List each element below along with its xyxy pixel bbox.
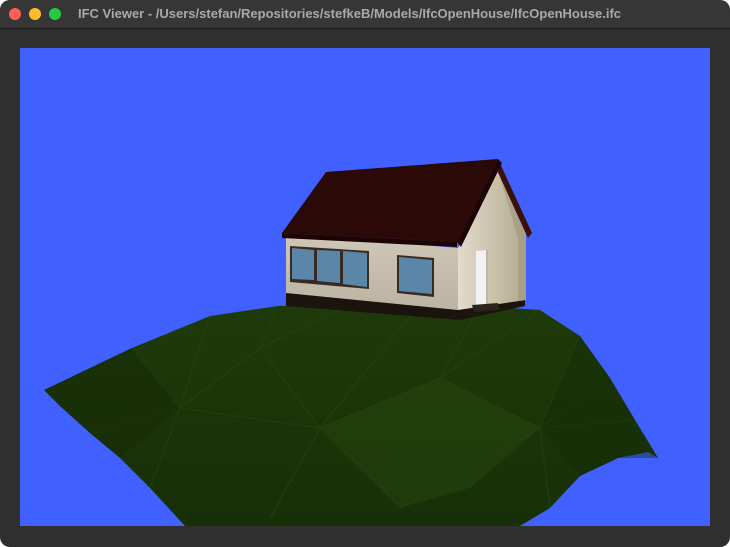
ifc-model-render bbox=[44, 159, 658, 526]
house-door bbox=[476, 250, 486, 307]
window-group-left bbox=[290, 246, 369, 289]
window-title: IFC Viewer - /Users/stefan/Repositories/… bbox=[78, 6, 622, 21]
3d-viewport[interactable] bbox=[20, 48, 710, 526]
window-right bbox=[397, 255, 434, 297]
zoom-window-button[interactable] bbox=[49, 8, 61, 20]
close-window-button[interactable] bbox=[9, 8, 21, 20]
app-window: IFC Viewer - /Users/stefan/Repositories/… bbox=[0, 0, 730, 547]
house-model bbox=[282, 159, 532, 320]
terrain-mesh bbox=[44, 303, 658, 526]
title-bar[interactable]: IFC Viewer - /Users/stefan/Repositories/… bbox=[0, 0, 730, 29]
minimize-window-button[interactable] bbox=[29, 8, 41, 20]
